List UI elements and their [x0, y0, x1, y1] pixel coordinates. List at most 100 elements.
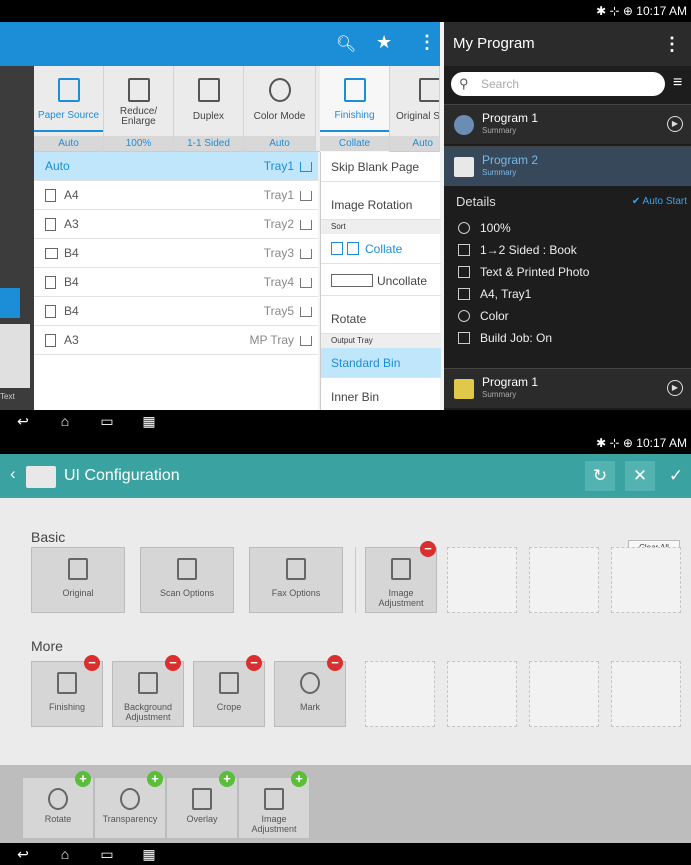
palette-icon — [458, 310, 470, 322]
add-icon[interactable]: + — [291, 771, 307, 787]
tray-row[interactable]: B4 Tray4 — [34, 268, 318, 297]
star-icon[interactable]: ★ — [376, 32, 392, 53]
play-icon[interactable]: ▶ — [667, 116, 683, 132]
close-icon[interactable]: ✕ — [625, 461, 655, 491]
recent-apps-icon[interactable]: ▭ — [98, 413, 116, 429]
ui-configuration-screen: ✱ ⊹ ⊕ 10:17 AM ‹ UI Configuration ↻ ✕ ✓ … — [0, 432, 691, 865]
paper-icon — [45, 334, 56, 347]
tray-row[interactable]: A3 MP Tray — [34, 326, 318, 355]
card-fax-options[interactable]: Fax Options — [249, 547, 343, 613]
home-icon[interactable]: ⌂ — [56, 846, 74, 862]
remove-icon[interactable]: − — [165, 655, 181, 671]
back-icon[interactable]: ↩ — [14, 846, 32, 862]
paper-icon — [458, 288, 470, 300]
program-item[interactable]: Program 1 Summary ▶ — [444, 368, 691, 408]
remove-icon[interactable]: − — [246, 655, 262, 671]
program-summary: Summary — [482, 126, 517, 135]
program-gear-icon — [454, 115, 474, 135]
remove-icon[interactable]: − — [327, 655, 343, 671]
paper-landscape-icon — [45, 248, 58, 259]
refresh-icon[interactable]: ↻ — [585, 461, 615, 491]
play-icon[interactable]: ▶ — [667, 380, 683, 396]
overlay-icon — [192, 788, 212, 810]
program-summary: Summary — [482, 168, 517, 177]
detail-text: Color — [480, 309, 509, 323]
overflow-menu-icon[interactable]: ⋮ — [418, 32, 436, 53]
rotate-icon — [48, 788, 68, 810]
output-tray-header: Output Tray — [321, 334, 441, 348]
tray-row-auto[interactable]: Auto Tray1 — [34, 152, 318, 181]
home-icon[interactable]: ⌂ — [56, 413, 74, 429]
tray-icon — [300, 336, 312, 346]
recent-apps-icon[interactable]: ▭ — [98, 846, 116, 862]
side-tab[interactable] — [0, 288, 20, 318]
uncollate-option[interactable]: Uncollate — [321, 266, 441, 296]
scanner-icon — [26, 466, 56, 488]
program-search-input[interactable]: ⚲ Search — [451, 72, 665, 96]
uncollate-label: Uncollate — [377, 274, 428, 288]
apps-grid-icon[interactable]: ▦ — [140, 413, 158, 429]
tab-paper-source[interactable]: Paper Source Auto — [34, 66, 104, 152]
tray-row[interactable]: A3 Tray2 — [34, 210, 318, 239]
empty-slot[interactable] — [611, 661, 681, 727]
card-scan-options[interactable]: Scan Options — [140, 547, 234, 613]
apps-grid-icon[interactable]: ▦ — [140, 846, 158, 862]
finishing-options: Skip Blank Page Image Rotation Sort Coll… — [320, 152, 441, 412]
fax-options-icon — [286, 558, 306, 580]
tab-finishing[interactable]: Finishing Collate — [320, 66, 390, 152]
add-icon[interactable]: + — [219, 771, 235, 787]
tab-value: 1-1 Sided — [174, 136, 243, 151]
rotate-option[interactable]: Rotate — [321, 304, 441, 334]
panel-menu-icon[interactable]: ⋮ — [663, 22, 681, 66]
tray-row[interactable]: B4 Tray3 — [34, 239, 318, 268]
tray-row[interactable]: A4 Tray1 — [34, 181, 318, 210]
tray-icon — [300, 191, 312, 201]
reduce-enlarge-icon — [127, 78, 150, 102]
add-icon[interactable]: + — [147, 771, 163, 787]
uncollate-icon — [331, 274, 373, 287]
sort-list-icon[interactable]: ≡ — [673, 74, 682, 92]
collate-option[interactable]: Collate — [321, 234, 441, 264]
tab-color-mode[interactable]: Color Mode Auto — [244, 66, 316, 152]
remove-icon[interactable]: − — [420, 541, 436, 557]
empty-slot[interactable] — [529, 547, 599, 613]
card-label: Scan Options — [159, 588, 215, 598]
empty-slot[interactable] — [611, 547, 681, 613]
search-icon[interactable]: 🔍︎ — [336, 34, 356, 54]
empty-slot[interactable] — [447, 661, 517, 727]
tab-duplex[interactable]: Duplex 1-1 Sided — [174, 66, 244, 152]
image-rotation-option[interactable]: Image Rotation — [321, 190, 441, 220]
image-adjustment-icon — [264, 788, 284, 810]
empty-slot[interactable] — [447, 547, 517, 613]
details-label: Details — [456, 194, 496, 209]
standard-bin-option[interactable]: Standard Bin — [321, 348, 441, 378]
skip-blank-option[interactable]: Skip Blank Page — [321, 152, 441, 182]
tab-value: Auto — [244, 136, 315, 151]
program-item[interactable]: Program 1 Summary ▶ — [444, 104, 691, 144]
navigation-bar: ↩ ⌂ ▭ ▦ — [0, 843, 691, 865]
search-placeholder: Search — [481, 77, 520, 91]
empty-slot[interactable] — [365, 661, 435, 727]
tray-size: B4 — [64, 275, 79, 289]
confirm-check-icon[interactable]: ✓ — [661, 461, 691, 491]
program-item-selected[interactable]: Program 2 Summary — [444, 146, 691, 186]
remove-icon[interactable]: − — [84, 655, 100, 671]
tab-original-size[interactable]: Original S Auto — [390, 66, 440, 152]
tab-label: Color Mode — [253, 111, 306, 122]
auto-start-toggle[interactable]: ✔ Auto Start — [632, 196, 687, 207]
empty-slot[interactable] — [529, 661, 599, 727]
inner-bin-option[interactable]: Inner Bin — [321, 382, 441, 412]
program-scan-icon — [454, 157, 474, 177]
back-icon[interactable]: ↩ — [14, 413, 32, 429]
tray-size: B4 — [64, 304, 79, 318]
card-original[interactable]: Original — [31, 547, 125, 613]
tray-icon — [300, 307, 312, 317]
back-chevron-icon[interactable]: ‹ — [10, 464, 16, 484]
tray-row[interactable]: B4 Tray5 — [34, 297, 318, 326]
tab-reduce-enlarge[interactable]: Reduce/ Enlarge 100% — [104, 66, 174, 152]
collate-icon — [331, 242, 343, 255]
program-name: Program 2 — [482, 153, 539, 167]
paper-icon — [45, 305, 56, 318]
tab-label: Duplex — [192, 111, 225, 122]
add-icon[interactable]: + — [75, 771, 91, 787]
